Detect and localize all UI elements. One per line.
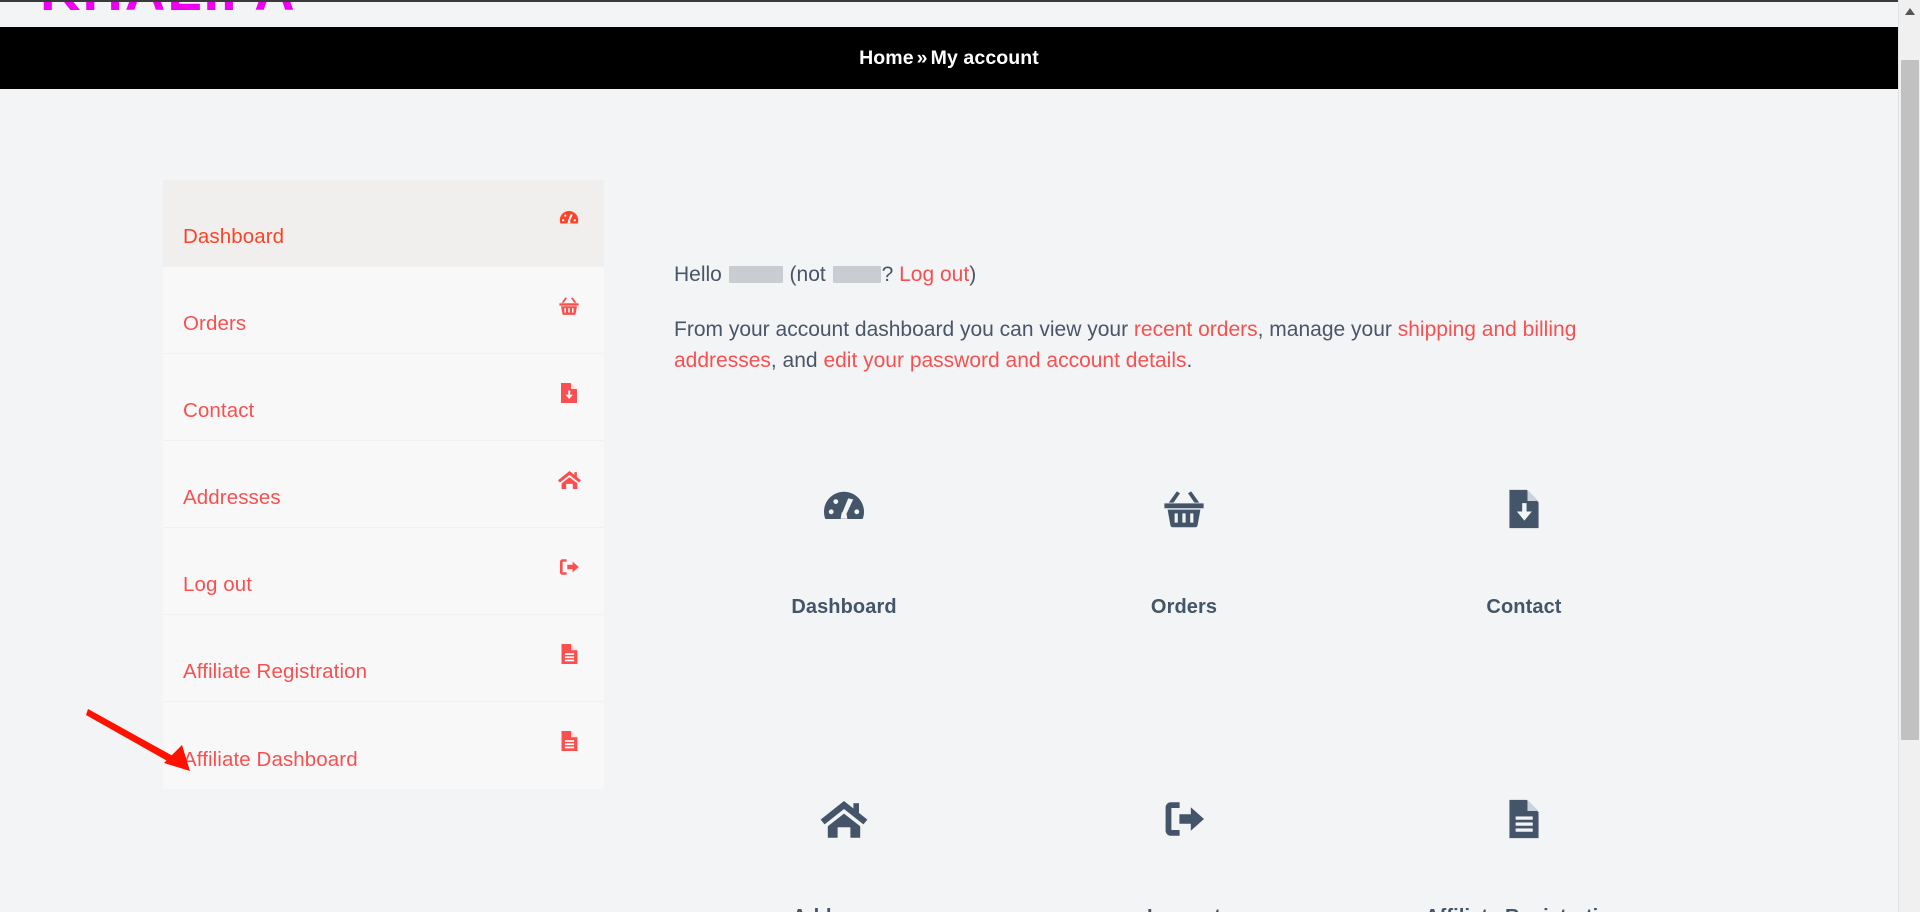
- sidebar-item-contact[interactable]: Contact: [163, 354, 604, 441]
- site-logo[interactable]: KHALIFA: [40, 2, 297, 23]
- file-lines-icon: [556, 728, 582, 754]
- breadcrumb: Home» My account: [859, 47, 1039, 70]
- account-tile-grid: Dashboard Orders Contact: [674, 459, 1854, 912]
- account-navigation: Dashboard Orders Contact Addresses Log o…: [163, 180, 604, 789]
- tile-logout[interactable]: Log out: [1014, 769, 1354, 912]
- file-lines-icon: [556, 641, 582, 667]
- edit-account-details-link[interactable]: edit your password and account details: [823, 349, 1186, 372]
- account-content: Hello (not ? Log out) From your account …: [674, 259, 1854, 377]
- sign-out-icon: [1160, 791, 1208, 847]
- basket-icon: [556, 293, 582, 319]
- breadcrumb-bar: Home» My account: [0, 27, 1898, 89]
- breadcrumb-home-link[interactable]: Home: [859, 47, 914, 69]
- tile-label: Contact: [1486, 596, 1562, 618]
- greeting-close: ): [969, 263, 977, 286]
- site-header-strip: KHALIFA: [0, 2, 1898, 30]
- scroll-up-arrow-icon[interactable]: [1899, 0, 1920, 22]
- tile-dashboard[interactable]: Dashboard: [674, 459, 1014, 769]
- redacted-username-alt: [832, 266, 881, 283]
- page-viewport: KHALIFA Home»My account Dashboard: [0, 0, 1898, 912]
- sidebar-item-dashboard[interactable]: Dashboard: [163, 180, 604, 267]
- gauge-icon: [556, 206, 582, 232]
- breadcrumb-separator: »: [916, 46, 928, 69]
- sidebar-item-logout[interactable]: Log out: [163, 528, 604, 615]
- redacted-username: [728, 266, 783, 283]
- sidebar-item-label: Contact: [183, 399, 255, 422]
- file-lines-icon: [1504, 791, 1544, 847]
- sidebar-item-label: Log out: [183, 573, 253, 596]
- tile-label: Orders: [1150, 596, 1218, 618]
- tile-label: Dashboard: [791, 596, 897, 618]
- recent-orders-link[interactable]: recent orders: [1134, 318, 1258, 341]
- sidebar-item-affiliate-registration[interactable]: Affiliate Registration: [163, 615, 604, 702]
- greeting-prefix: Hello: [674, 263, 722, 286]
- tile-addresses[interactable]: Addresses: [674, 769, 1014, 912]
- sidebar-item-affiliate-dashboard[interactable]: Affiliate Dashboard: [163, 702, 604, 789]
- sidebar-item-label: Affiliate Dashboard: [183, 748, 358, 771]
- intro-part-1: From your account dashboard you can view…: [674, 317, 1134, 341]
- breadcrumb-current: My account: [930, 46, 1039, 69]
- tile-contact[interactable]: Contact: [1354, 459, 1694, 769]
- gauge-icon: [820, 481, 868, 537]
- greeting-line: Hello (not ? Log out): [674, 259, 1854, 292]
- file-download-icon: [556, 380, 582, 406]
- sidebar-item-label: Orders: [183, 312, 247, 335]
- greeting-question: ?: [881, 263, 894, 286]
- intro-part-3: , and: [770, 349, 824, 373]
- intro-part-2: , manage your: [1257, 317, 1398, 341]
- page-body: Dashboard Orders Contact Addresses Log o…: [0, 89, 1898, 912]
- home-icon: [556, 467, 582, 493]
- logout-link[interactable]: Log out: [899, 263, 969, 286]
- sign-out-icon: [556, 554, 582, 580]
- tile-label: Affiliate Registration: [1354, 906, 1694, 912]
- greeting-not-open: (not: [789, 263, 826, 286]
- sidebar-item-label: Addresses: [183, 486, 281, 509]
- tile-affiliate-registration[interactable]: Affiliate Registration: [1354, 769, 1694, 912]
- sidebar-item-addresses[interactable]: Addresses: [163, 441, 604, 528]
- scrollbar-thumb[interactable]: [1901, 60, 1919, 740]
- sidebar-item-orders[interactable]: Orders: [163, 267, 604, 354]
- file-download-icon: [1504, 481, 1544, 537]
- tile-orders[interactable]: Orders: [1014, 459, 1354, 769]
- basket-icon: [1160, 481, 1208, 537]
- tile-label: Addresses: [674, 906, 1014, 912]
- intro-part-4: .: [1186, 349, 1193, 373]
- sidebar-item-label: Affiliate Registration: [183, 660, 368, 683]
- tile-label: Log out: [1014, 906, 1354, 912]
- page-scrollbar[interactable]: [1898, 0, 1920, 912]
- home-icon: [819, 791, 869, 847]
- sidebar-item-label: Dashboard: [183, 225, 285, 248]
- account-intro-text: From your account dashboard you can view…: [674, 314, 1584, 378]
